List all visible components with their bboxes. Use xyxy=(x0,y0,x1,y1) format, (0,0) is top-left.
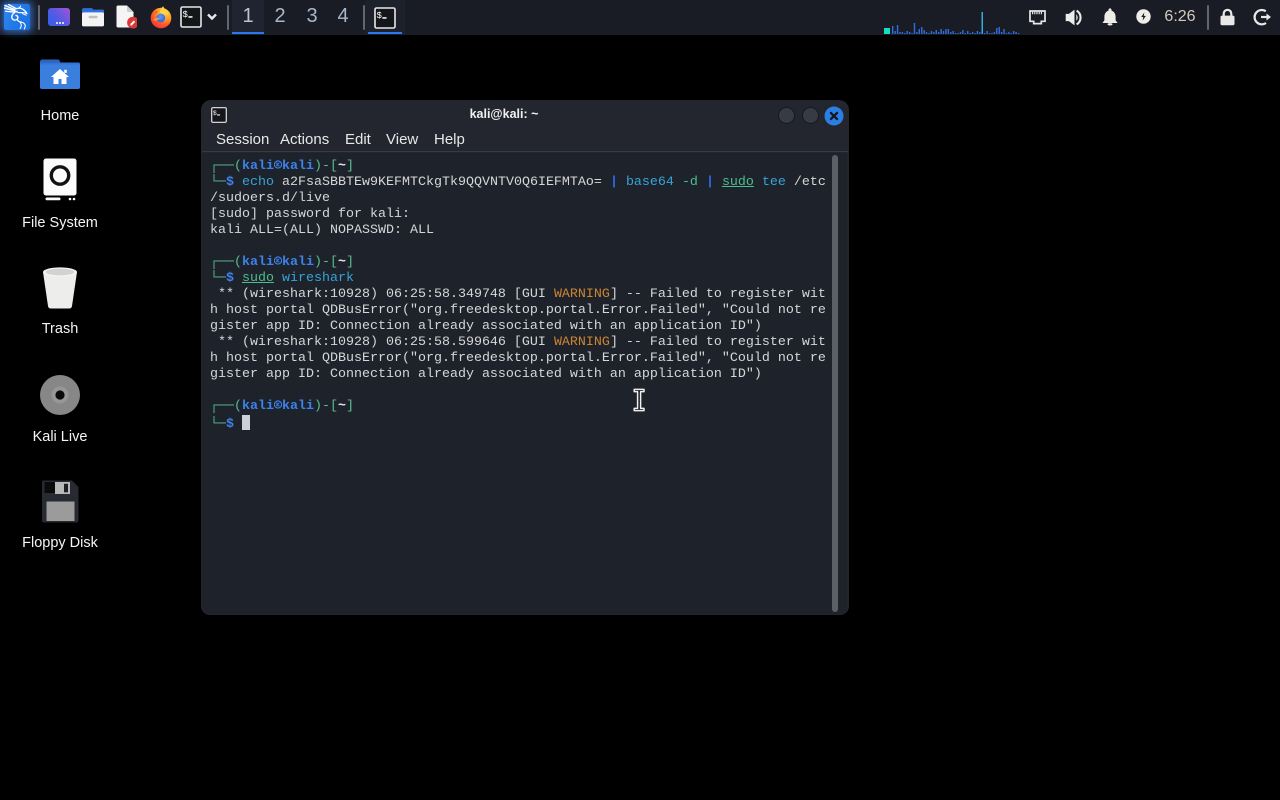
svg-text:$: $ xyxy=(213,110,217,117)
svg-text:$: $ xyxy=(377,11,383,21)
svg-text:$: $ xyxy=(183,10,189,20)
